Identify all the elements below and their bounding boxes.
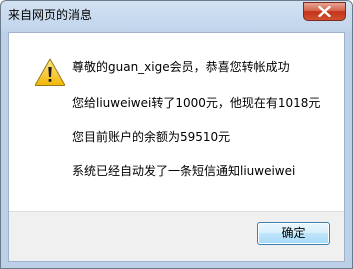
dialog-title: 来自网页的消息	[8, 8, 93, 22]
message-line-2: 您给liuweiwei转了1000元，他现在有1018元	[72, 96, 321, 110]
message-line-3: 您目前账户的余额为59510元	[72, 130, 231, 144]
button-bar: 确定	[9, 211, 344, 261]
close-icon	[318, 6, 331, 17]
close-button[interactable]	[303, 2, 346, 21]
dialog-body: 尊敬的guan_xige会员，恭喜您转帐成功 您给liuweiwei转了1000…	[8, 32, 345, 262]
message-line-4: 系统已经自动发了一条短信通知liuweiwei	[72, 164, 296, 178]
warning-icon	[34, 58, 66, 86]
ok-button[interactable]: 确定	[257, 222, 330, 245]
alert-dialog: 来自网页的消息 尊敬的guan_xige会员，恭喜您转帐成功 您给liuweiw…	[0, 0, 353, 269]
title-bar[interactable]: 来自网页的消息	[1, 1, 352, 31]
message-line-1: 尊敬的guan_xige会员，恭喜您转帐成功	[72, 60, 290, 74]
message-area: 尊敬的guan_xige会员，恭喜您转帐成功 您给liuweiwei转了1000…	[9, 33, 344, 211]
